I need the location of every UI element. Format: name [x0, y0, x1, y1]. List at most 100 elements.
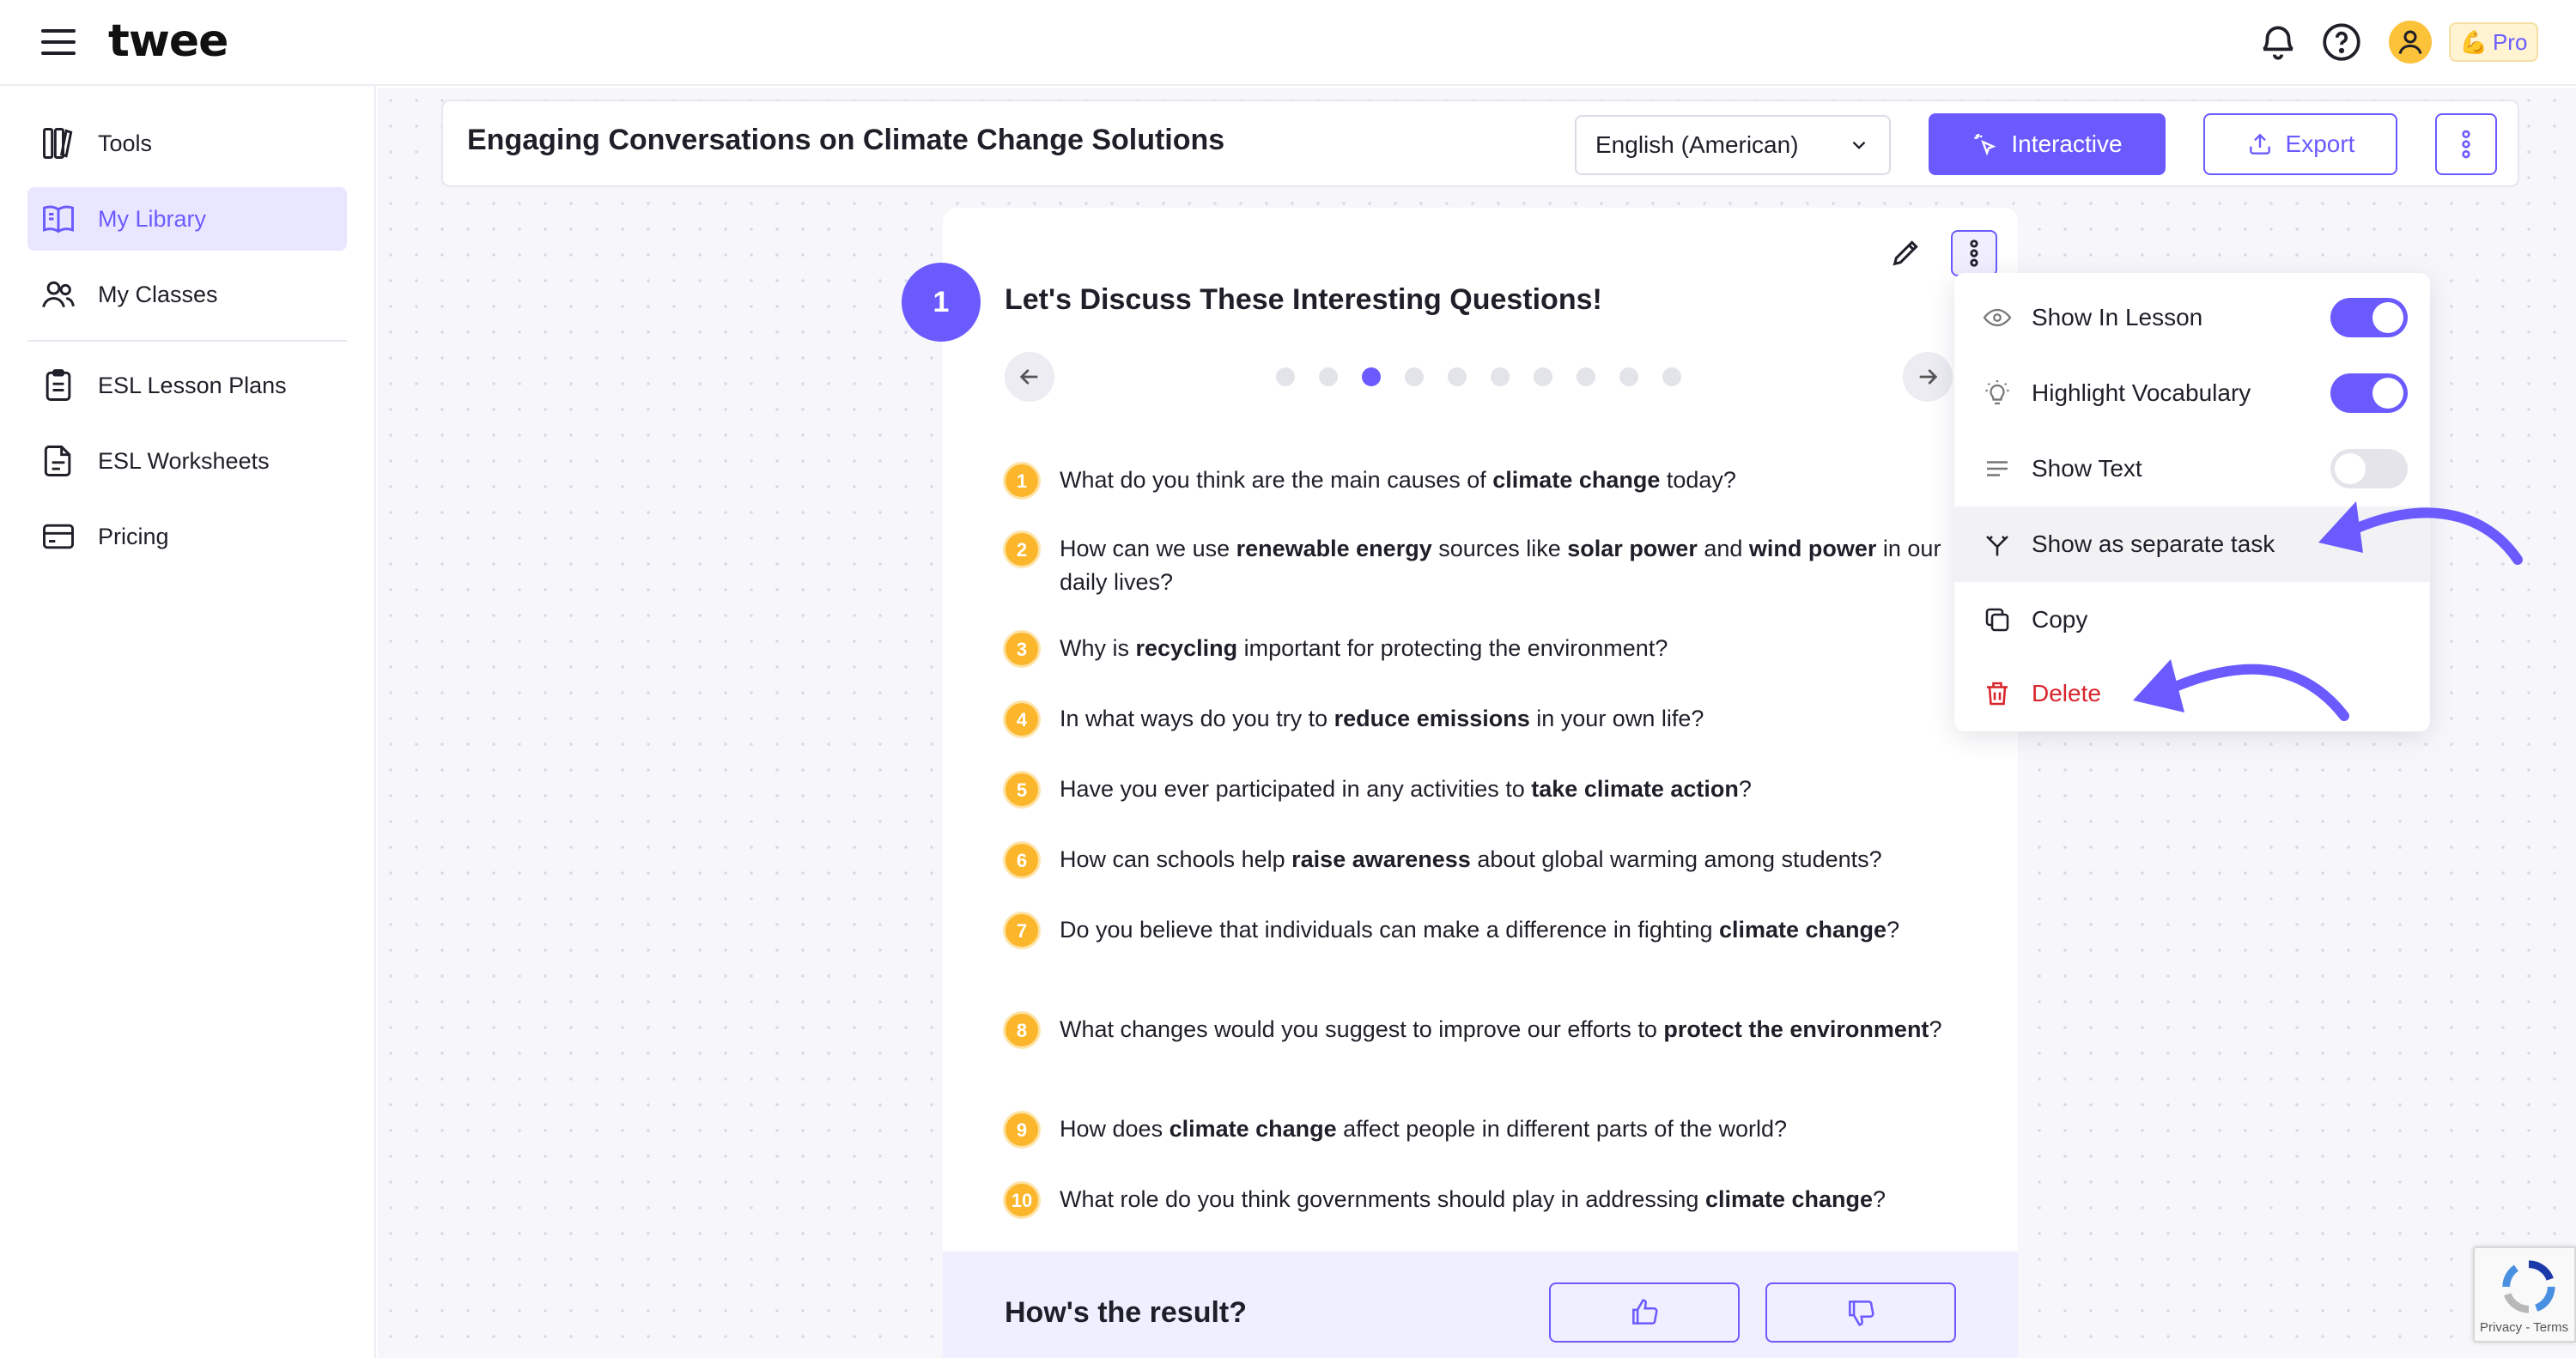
task-number-badge: 1	[902, 263, 981, 342]
vocabulary-term: solar power	[1567, 536, 1698, 561]
card-icon	[43, 524, 74, 549]
pagination-dot[interactable]	[1619, 367, 1638, 386]
sidebar-item-pricing[interactable]: Pricing	[27, 505, 347, 568]
feedback-label: How's the result?	[1005, 1296, 1248, 1329]
question-text: In what ways do you try to	[1060, 706, 1334, 731]
lesson-more-button[interactable]	[2435, 113, 2497, 175]
arrow-left-icon	[1019, 369, 1038, 385]
lesson-title[interactable]: Engaging Conversations on Climate Change…	[467, 124, 1224, 157]
next-page-button[interactable]	[1903, 352, 1953, 402]
more-vertical-icon	[1970, 239, 1978, 267]
question-item: 8 What changes would you suggest to impro…	[1003, 1011, 1956, 1049]
sidebar-item-label: ESL Lesson Plans	[98, 372, 287, 398]
question-item: 6 How can schools help raise awareness ab…	[1003, 841, 1956, 879]
bell-icon[interactable]	[2257, 21, 2300, 64]
question-text: sources like	[1431, 536, 1568, 561]
vocabulary-term: take climate action	[1531, 776, 1739, 802]
pagination-dot[interactable]	[1319, 367, 1338, 386]
question-text: What changes would you suggest to improv…	[1060, 1016, 1664, 1042]
question-number-badge: 10	[1003, 1181, 1041, 1219]
question-item: 7 Do you believe that individuals can mak…	[1003, 912, 1956, 949]
more-vertical-icon	[2462, 130, 2470, 159]
pagination-dot[interactable]	[1362, 367, 1381, 386]
annotation-arrow-icon	[2133, 659, 2349, 721]
feedback-bar: How's the result?	[943, 1252, 2018, 1358]
eye-icon	[1983, 308, 2012, 327]
thumbs-down-icon	[1849, 1300, 1874, 1326]
vocabulary-term: climate change	[1492, 467, 1661, 493]
prev-page-button[interactable]	[1005, 352, 1054, 402]
recaptcha-links[interactable]: Privacy - Terms	[2480, 1320, 2568, 1335]
app-logo[interactable]: twee	[108, 15, 228, 67]
question-text: How can we use	[1060, 536, 1236, 561]
vocabulary-term: climate change	[1169, 1116, 1337, 1142]
top-bar: twee 💪 Pro	[0, 0, 2576, 86]
language-select[interactable]: English (American)	[1575, 115, 1891, 175]
question-text: and	[1697, 536, 1749, 561]
pagination-dots	[1276, 367, 1681, 386]
question-text: ?	[1929, 1016, 1942, 1042]
vocabulary-term: protect the environment	[1663, 1016, 1929, 1042]
interactive-button[interactable]: Interactive	[1929, 113, 2166, 175]
menu-item-show-in-lesson[interactable]: Show In Lesson	[1954, 280, 2430, 355]
sidebar-item-label: My Classes	[98, 281, 218, 307]
sidebar-item-label: Pricing	[98, 523, 169, 549]
menu-item-highlight-vocabulary[interactable]: Highlight Vocabulary	[1954, 355, 2430, 431]
users-icon	[42, 281, 75, 308]
pro-badge[interactable]: 💪 Pro	[2449, 22, 2538, 62]
task-title: Let's Discuss These Interesting Question…	[1005, 283, 1602, 316]
text-lines-icon	[1987, 461, 2008, 476]
sidebar-item-esl-worksheets[interactable]: ESL Worksheets	[27, 429, 347, 493]
question-text: important for protecting the environment…	[1237, 635, 1668, 661]
pagination-dot[interactable]	[1534, 367, 1552, 386]
task-more-button[interactable]	[1951, 230, 1997, 276]
menu-item-label: Delete	[2032, 680, 2101, 706]
annotation-arrow-icon	[2318, 501, 2523, 565]
pagination-dot[interactable]	[1577, 367, 1595, 386]
question-text: ?	[1738, 776, 1752, 802]
question-number-badge: 3	[1003, 630, 1041, 668]
trash-icon	[1987, 682, 2008, 706]
vocabulary-term: reduce emissions	[1334, 706, 1530, 731]
sidebar-item-label: My Library	[98, 205, 207, 232]
highlight-vocabulary-toggle[interactable]	[2330, 373, 2408, 413]
pagination-dot[interactable]	[1276, 367, 1295, 386]
split-icon	[1986, 536, 2008, 556]
menu-item-label: Show In Lesson	[2032, 304, 2203, 330]
help-icon[interactable]	[2320, 21, 2363, 64]
worksheet-icon	[44, 446, 71, 476]
menu-icon[interactable]	[41, 29, 76, 55]
question-text: How can schools help	[1060, 846, 1292, 872]
thumbs-up-button[interactable]	[1549, 1282, 1740, 1343]
sidebar-item-my-classes[interactable]: My Classes	[27, 263, 347, 326]
thumbs-down-button[interactable]	[1765, 1282, 1956, 1343]
sidebar-item-my-library[interactable]: My Library	[27, 187, 347, 251]
language-value: English (American)	[1595, 131, 1799, 158]
sidebar-item-esl-lesson-plans[interactable]: ESL Lesson Plans	[27, 354, 347, 417]
pagination-dot[interactable]	[1491, 367, 1510, 386]
question-text: What do you think are the main causes of	[1060, 467, 1493, 493]
pagination-dot[interactable]	[1405, 367, 1424, 386]
sidebar-item-tools[interactable]: Tools	[27, 112, 347, 175]
vocabulary-term: climate change	[1704, 1186, 1874, 1212]
arrow-right-icon	[1919, 369, 1938, 385]
recaptcha-badge[interactable]: Privacy - Terms	[2473, 1246, 2576, 1343]
question-number-badge: 6	[1003, 841, 1041, 879]
export-label: Export	[2285, 130, 2355, 157]
show-in-lesson-toggle[interactable]	[2330, 298, 2408, 337]
vocabulary-term: recycling	[1135, 635, 1238, 661]
question-text: in your own life?	[1529, 706, 1704, 731]
chevron-down-icon	[1852, 141, 1866, 149]
pencil-icon[interactable]	[1889, 235, 1923, 270]
question-number-badge: 7	[1003, 912, 1041, 949]
pagination-dot[interactable]	[1662, 367, 1681, 386]
question-item: 9 How does climate change affect people i…	[1003, 1111, 1956, 1149]
question-text: Have you ever participated in any activi…	[1060, 776, 1532, 802]
question-text: ?	[1873, 1186, 1886, 1212]
export-button[interactable]: Export	[2203, 113, 2397, 175]
thumbs-up-icon	[1632, 1299, 1658, 1325]
question-item: 10 What role do you think governments sho…	[1003, 1181, 1956, 1219]
avatar[interactable]	[2389, 21, 2432, 64]
question-number-badge: 1	[1003, 462, 1041, 500]
pagination-dot[interactable]	[1448, 367, 1467, 386]
